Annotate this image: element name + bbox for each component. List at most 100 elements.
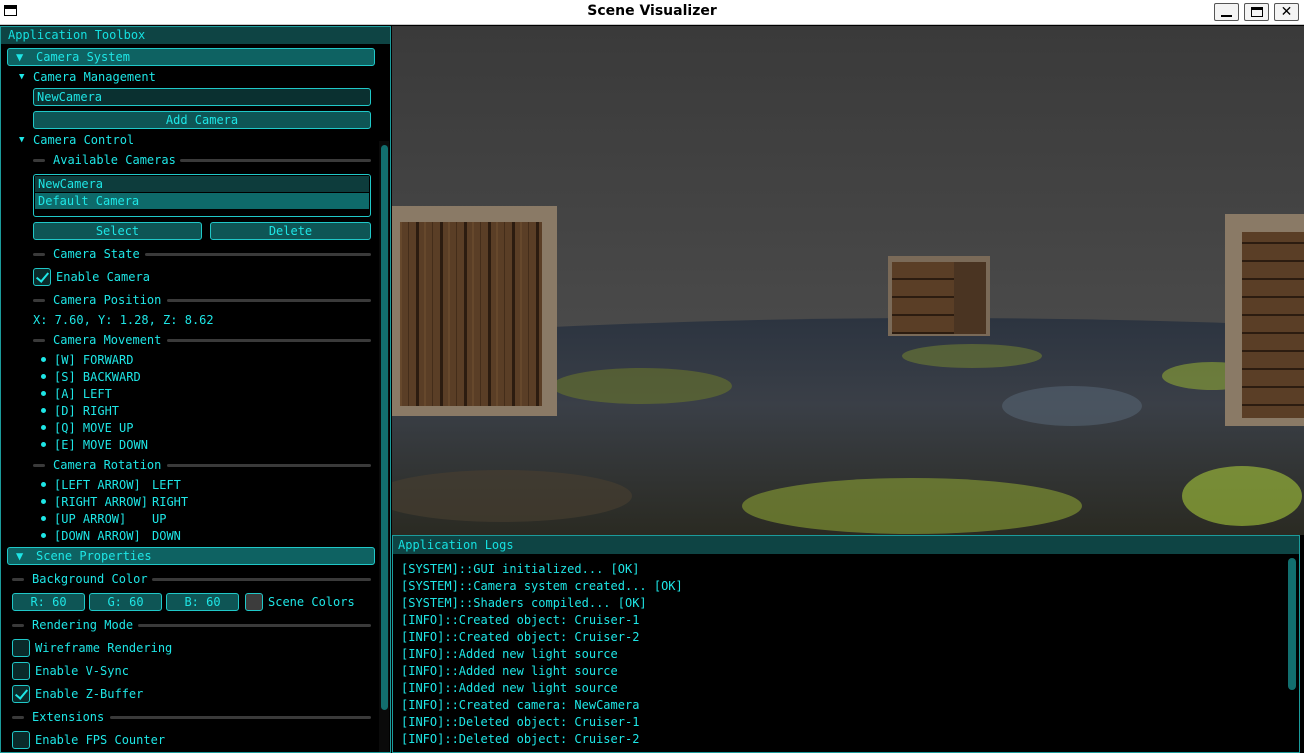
log-line: [INFO]::Added new light source xyxy=(401,647,618,661)
extensions-label: Extensions xyxy=(32,710,105,724)
rotation-key: [LEFT ARROW] xyxy=(54,478,141,492)
bullet-icon xyxy=(41,357,46,362)
maximize-icon xyxy=(1250,7,1263,17)
logs-scrollbar-thumb[interactable] xyxy=(1288,558,1296,690)
log-line: [INFO]::Deleted object: Cruiser-1 xyxy=(401,715,640,729)
camera-rotation-label: Camera Rotation xyxy=(53,458,162,472)
log-line: [SYSTEM]::Camera system created... [OK] xyxy=(401,579,683,593)
close-icon: ✕ xyxy=(1280,4,1293,20)
expanded-arrow-icon: ▼ xyxy=(16,549,24,563)
green-channel-input[interactable]: G: 60 xyxy=(89,593,162,611)
log-line: [SYSTEM]::Shaders compiled... [OK] xyxy=(401,596,647,610)
camera-management-label[interactable]: Camera Management xyxy=(33,70,156,85)
scene-viewport[interactable] xyxy=(392,26,1304,535)
toolbox-scrollbar-thumb[interactable] xyxy=(381,145,388,710)
separator xyxy=(180,159,371,162)
bullet-icon xyxy=(41,482,46,487)
window-title: Scene Visualizer xyxy=(587,3,717,19)
rotation-action: RIGHT xyxy=(152,495,189,509)
bullet-icon xyxy=(41,499,46,504)
vsync-checkbox[interactable] xyxy=(12,662,30,680)
rotation-key: [RIGHT ARROW] xyxy=(54,495,148,509)
rotation-action: UP xyxy=(152,512,167,526)
camera-control-arrow-icon[interactable]: ▼ xyxy=(19,133,24,148)
camera-list[interactable]: NewCamera Default Camera xyxy=(33,174,371,217)
rotation-key: [UP ARROW] xyxy=(54,512,127,526)
delete-camera-button[interactable]: Delete xyxy=(210,222,371,240)
separator xyxy=(167,464,371,467)
camera-name-input[interactable]: NewCamera xyxy=(33,88,371,106)
bullet-icon xyxy=(41,442,46,447)
separator xyxy=(110,716,371,719)
separator xyxy=(12,624,24,627)
bullet-icon xyxy=(41,374,46,379)
log-line: [INFO]::Added new light source xyxy=(401,681,618,695)
camera-list-item-selected[interactable]: Default Camera xyxy=(35,193,369,209)
fps-counter-label: Enable FPS Counter xyxy=(35,733,166,747)
camera-list-item[interactable]: NewCamera xyxy=(35,176,369,192)
camera-position-value: X: 7.60, Y: 1.28, Z: 8.62 xyxy=(33,313,214,327)
camera-system-label: Camera System xyxy=(36,50,130,64)
close-button[interactable]: ✕ xyxy=(1274,3,1299,21)
enable-camera-label: Enable Camera xyxy=(56,270,150,284)
separator xyxy=(145,253,371,256)
log-line: [INFO]::Added new light source xyxy=(401,664,618,678)
movement-item: [Q] MOVE UP xyxy=(54,421,134,435)
available-cameras-label: Available Cameras xyxy=(53,153,176,167)
separator xyxy=(33,339,45,342)
rotation-action: LEFT xyxy=(152,478,181,492)
red-channel-input[interactable]: R: 60 xyxy=(12,593,85,611)
maximize-button[interactable] xyxy=(1244,3,1269,21)
bullet-icon xyxy=(41,408,46,413)
minimize-icon xyxy=(1221,15,1232,17)
separator xyxy=(33,299,45,302)
scene-colors-label: Scene Colors xyxy=(268,595,355,609)
color-swatch[interactable] xyxy=(245,593,263,611)
background-color-label: Background Color xyxy=(32,572,148,586)
application-toolbox: Application Toolbox ▼ Camera System ▼ Ca… xyxy=(0,26,391,753)
camera-state-label: Camera State xyxy=(53,247,140,261)
movement-item: [D] RIGHT xyxy=(54,404,120,418)
separator xyxy=(33,464,45,467)
bullet-icon xyxy=(41,533,46,538)
camera-position-label: Camera Position xyxy=(53,293,162,307)
log-line: [INFO]::Created camera: NewCamera xyxy=(401,698,640,712)
wireframe-label: Wireframe Rendering xyxy=(35,641,173,655)
rotation-action: DOWN xyxy=(152,529,181,543)
expanded-arrow-icon: ▼ xyxy=(16,50,24,64)
separator xyxy=(167,299,371,302)
select-camera-button[interactable]: Select xyxy=(33,222,202,240)
fps-counter-checkbox[interactable] xyxy=(12,731,30,749)
separator xyxy=(138,624,371,627)
rendering-mode-label: Rendering Mode xyxy=(32,618,134,632)
title-bar: Scene Visualizer ✕ xyxy=(0,0,1304,25)
zbuffer-label: Enable Z-Buffer xyxy=(35,687,144,701)
blue-channel-input[interactable]: B: 60 xyxy=(166,593,239,611)
camera-system-header[interactable]: ▼ Camera System xyxy=(7,48,375,66)
log-line: [INFO]::Created object: Cruiser-1 xyxy=(401,613,640,627)
logs-title[interactable]: Application Logs xyxy=(393,536,1299,554)
separator xyxy=(33,159,45,162)
movement-item: [W] FORWARD xyxy=(54,353,134,367)
separator xyxy=(167,339,371,342)
bullet-icon xyxy=(41,391,46,396)
wireframe-checkbox[interactable] xyxy=(12,639,30,657)
log-line: [INFO]::Created object: Cruiser-2 xyxy=(401,630,640,644)
camera-control-label[interactable]: Camera Control xyxy=(33,133,134,148)
log-line: [INFO]::Deleted object: Cruiser-2 xyxy=(401,732,640,746)
enable-camera-checkbox[interactable] xyxy=(33,268,51,286)
toolbox-title[interactable]: Application Toolbox xyxy=(1,27,390,44)
camera-movement-label: Camera Movement xyxy=(53,333,162,347)
bullet-icon xyxy=(41,516,46,521)
movement-item: [A] LEFT xyxy=(54,387,112,401)
log-line: [SYSTEM]::GUI initialized... [OK] xyxy=(401,562,640,576)
zbuffer-checkbox[interactable] xyxy=(12,685,30,703)
minimize-button[interactable] xyxy=(1214,3,1239,21)
add-camera-button[interactable]: Add Camera xyxy=(33,111,371,129)
scene-properties-header[interactable]: ▼ Scene Properties xyxy=(7,547,375,565)
movement-item: [S] BACKWARD xyxy=(54,370,141,384)
movement-item: [E] MOVE DOWN xyxy=(54,438,148,452)
separator xyxy=(12,716,24,719)
camera-management-arrow-icon[interactable]: ▼ xyxy=(19,70,24,85)
scene-properties-label: Scene Properties xyxy=(36,549,152,563)
